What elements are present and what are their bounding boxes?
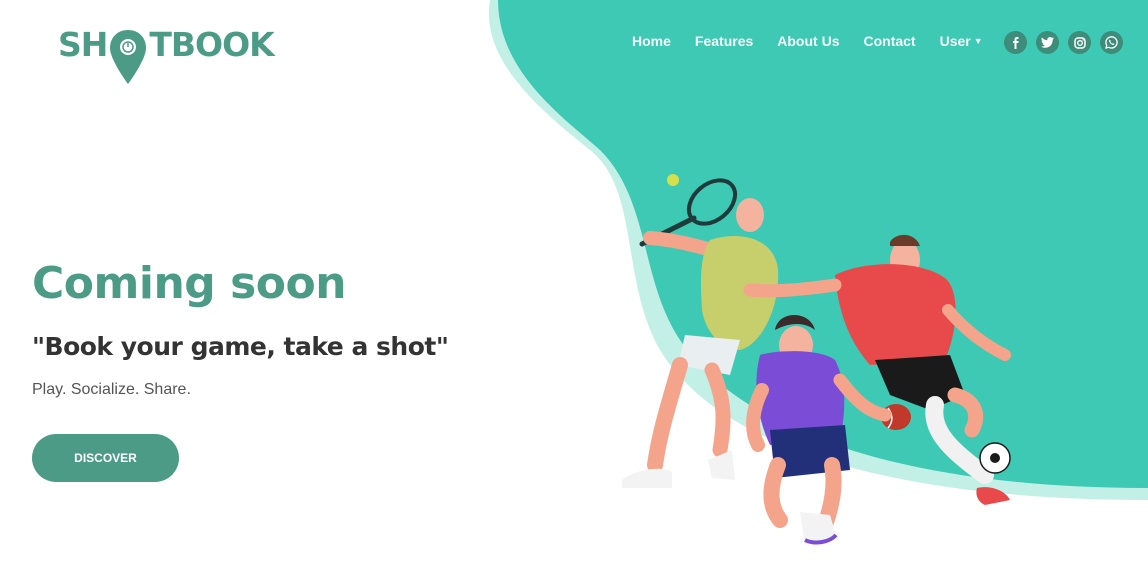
hero-subline: Play. Socialize. Share. <box>32 381 191 398</box>
nav-home[interactable]: Home <box>632 33 671 49</box>
facebook-icon[interactable] <box>1004 31 1027 54</box>
whatsapp-icon[interactable] <box>1100 31 1123 54</box>
instagram-icon[interactable] <box>1068 31 1091 54</box>
nav-user-dropdown[interactable]: User ▼ <box>940 33 983 49</box>
main-nav: Home Features About Us Contact User ▼ <box>620 33 995 49</box>
social-links <box>1004 31 1132 54</box>
twitter-icon[interactable] <box>1036 31 1059 54</box>
nav-features[interactable]: Features <box>695 33 753 49</box>
logo-text-prefix: SH <box>58 24 108 64</box>
nav-user-label: User <box>939 33 971 49</box>
hero-title: Coming soon <box>32 258 347 309</box>
nav-about-us[interactable]: About Us <box>777 33 839 49</box>
brand-logo[interactable]: SH TBOOK <box>58 14 275 84</box>
hero-tagline: "Book your game, take a shot" <box>32 332 449 361</box>
location-pin-icon <box>108 28 148 88</box>
nav-contact[interactable]: Contact <box>863 33 915 49</box>
logo-text-suffix: TBOOK <box>149 24 274 64</box>
discover-button[interactable]: DISCOVER <box>32 434 179 482</box>
caret-down-icon: ▼ <box>973 36 983 46</box>
sports-players-illustration <box>622 174 1011 545</box>
